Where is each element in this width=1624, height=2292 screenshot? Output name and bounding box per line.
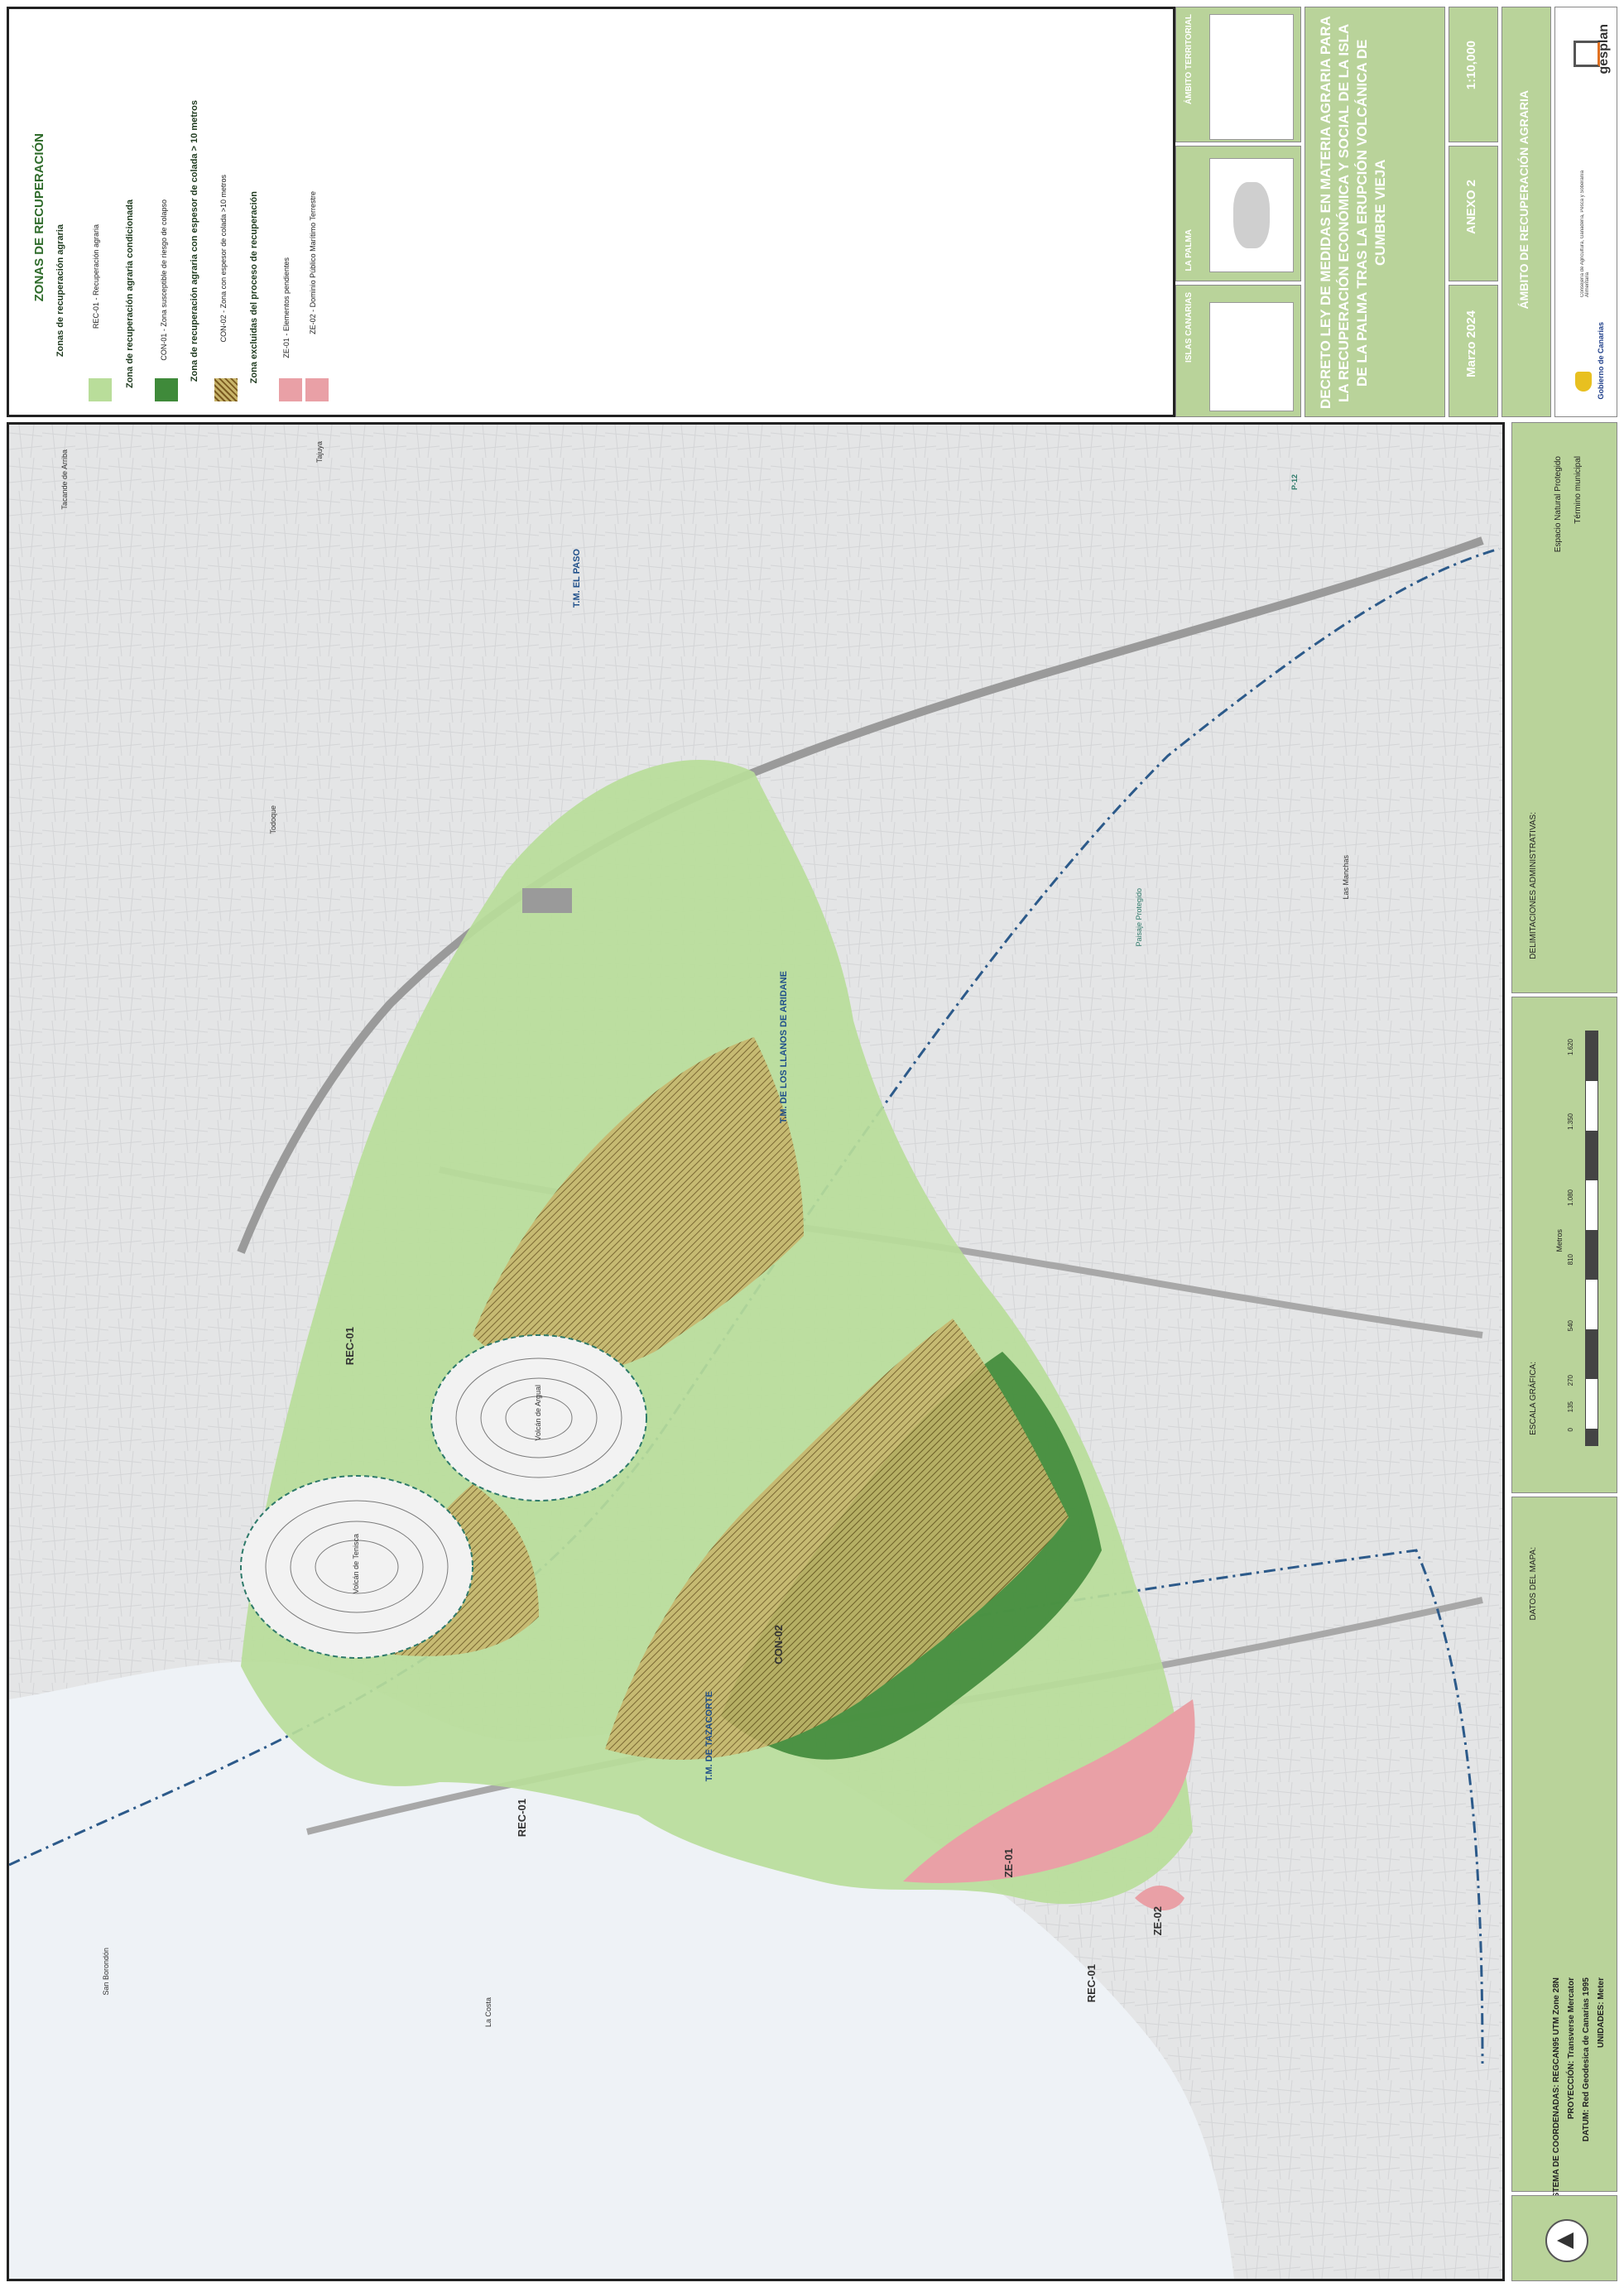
annex-label: ANEXO 2 [1464, 180, 1478, 234]
footer-escala-label: ESCALA GRÁFICA: [1529, 1362, 1538, 1435]
legend-group-1: Zonas de recuperación agraria [55, 224, 65, 358]
scale-tick-1: 135 [1567, 1401, 1574, 1413]
footer-datos: DATOS DEL MAPA: SISTEMA DE COORDENADAS: … [1511, 1497, 1617, 2206]
islas-canarias-label: ISLAS CANARIAS [1184, 292, 1194, 363]
decree-title-box: DECRETO LEY DE MEDIDAS EN MATERIA AGRARI… [1304, 7, 1445, 417]
map-label-tacande: Tacande de Arriba [60, 449, 69, 510]
swatch-rec01 [89, 378, 112, 401]
legend-item-con01: CON-01 - Zona susceptible de riesgo de c… [160, 199, 168, 361]
map-label-san-borondon: San Borondón [102, 1948, 110, 1996]
swatch-ze02 [305, 378, 329, 401]
scale-tick-4: 810 [1567, 1254, 1574, 1266]
la-palma-box: LA PALMA [1175, 146, 1301, 281]
north-arrow-icon [1545, 2219, 1588, 2262]
scale-tick-3: 540 [1567, 1320, 1574, 1332]
grey-block [522, 888, 572, 913]
legend-item-rec01: REC-01 - Recuperación agraria [92, 224, 100, 329]
date-label: Marzo 2024 [1464, 310, 1478, 377]
map-label-p12: P-12 [1290, 474, 1299, 491]
decree-title: DECRETO LEY DE MEDIDAS EN MATERIA AGRARI… [1318, 16, 1388, 410]
legend-group-3: Zona de recuperación agraria con espesor… [190, 100, 199, 382]
footer-proyeccion: PROYECCIÓN: Transverse Mercator [1567, 1977, 1576, 2120]
map-label-rec01-a: REC-01 [344, 1327, 356, 1366]
ambito-label: ÁMBITO TERRITORIAL [1184, 14, 1194, 105]
footer-enp: Espacio Natural Protegido [1554, 456, 1563, 553]
map-label-rec01-b: REC-01 [516, 1799, 528, 1838]
map-label-todoque: Todoque [269, 805, 277, 834]
brand-name: gesplan [1597, 24, 1611, 74]
subject-box: ÁMBITO DE RECUPERACIÓN AGRARIA [1501, 7, 1551, 417]
scale-box: 1:10,000 [1449, 7, 1498, 142]
swatch-con01 [155, 378, 178, 401]
ambito-map-icon [1209, 14, 1294, 140]
date-box: Marzo 2024 [1449, 285, 1498, 417]
legend-title: ZONAS DE RECUPERACIÓN [32, 133, 46, 302]
map-svg [9, 425, 1502, 2279]
dept-name: Consejería de Agricultura, Ganadería, Pe… [1580, 170, 1590, 297]
islas-canarias-box: ISLAS CANARIAS [1175, 285, 1301, 417]
map-label-las-manchas: Las Manchas [1342, 855, 1350, 900]
map-label-volcan-tenisca: Volcán de Tenisca [352, 1534, 360, 1594]
legend-item-ze01: ZE-01 - Elementos pendientes [282, 257, 291, 358]
footer-unidades: UNIDADES: Meter [1597, 1977, 1606, 2049]
ambito-box: ÁMBITO TERRITORIAL [1175, 7, 1301, 142]
scale-tick-0: 0 [1567, 1428, 1574, 1432]
la-palma-label: LA PALMA [1184, 229, 1194, 271]
footer-sistema: SISTEMA DE COORDENADAS: REGCAN95 UTM Zon… [1552, 1977, 1561, 2206]
map-label-tm-los-llanos: T.M. DE LOS LLANOS DE ARIDANE [779, 971, 789, 1124]
swatch-ze01 [279, 378, 302, 401]
gov-name: Gobierno de Canarias [1597, 322, 1605, 400]
map-label-paisaje: Paisaje Protegido [1135, 888, 1143, 947]
footer-datos-label: DATOS DEL MAPA: [1529, 1547, 1538, 1621]
footer-delimitaciones-label: DELIMITACIONES ADMINISTRATIVAS: [1529, 812, 1538, 959]
title-block: ISLAS CANARIAS LA PALMA ÁMBITO TERRITORI… [1175, 7, 1617, 417]
footer-datum: DATUM: Red Geodesica de Canarias 1995 [1582, 1977, 1591, 2142]
logos-box: Gobierno de Canarias Consejería de Agric… [1554, 7, 1617, 417]
north-arrow-box [1511, 2195, 1617, 2281]
scale-label: 1:10,000 [1464, 41, 1478, 90]
map-label-ze02: ZE-02 [1151, 1906, 1164, 1936]
footer-escala: ESCALA GRÁFICA: Metros 0 135 270 540 810… [1511, 997, 1617, 1493]
map-label-tajuya: Tajuya [315, 441, 324, 464]
scale-tick-6: 1.350 [1567, 1113, 1574, 1131]
map-label-tm-tazacorte: T.M. DE TAZACORTE [704, 1691, 714, 1782]
map-label-la-costa: La Costa [484, 1997, 492, 2028]
scale-tick-5: 1.080 [1567, 1189, 1574, 1207]
legend-item-ze02: ZE-02 - Dominio Público Marítimo Terrest… [309, 191, 317, 334]
map-canvas[interactable]: REC-01 REC-01 CON-02 ZE-01 ZE-02 REC-01 … [7, 422, 1505, 2281]
scale-bar [1585, 1031, 1598, 1446]
map-label-rec01-c: REC-01 [1085, 1964, 1098, 2003]
legend-group-4: Zona excluidas del proceso de recuperaci… [249, 191, 259, 384]
footer-termino: Término municipal [1574, 456, 1583, 524]
scale-tick-7: 1.620 [1567, 1039, 1574, 1056]
footer-scale-unit: Metros [1555, 1229, 1564, 1252]
gov-shield-icon [1575, 372, 1592, 392]
footer-strip: DELIMITACIONES ADMINISTRATIVAS: Espacio … [1511, 422, 1617, 2281]
legend-item-con02: CON-02 - Zona con espesor de colada >10 … [219, 175, 228, 343]
scale-tick-2: 270 [1567, 1375, 1574, 1386]
legend-group-2: Zona de recuperación agraria condicionad… [125, 199, 135, 389]
map-label-con02: CON-02 [772, 1625, 785, 1665]
subject-label: ÁMBITO DE RECUPERACIÓN AGRARIA [1517, 90, 1530, 310]
legend-panel: ZONAS DE RECUPERACIÓN Zonas de recuperac… [7, 7, 1175, 417]
swatch-con02 [214, 378, 238, 401]
map-label-volcan-argual: Volcán de Argual [534, 1385, 542, 1441]
annex-box: ANEXO 2 [1449, 146, 1498, 281]
la-palma-map-icon [1209, 158, 1294, 272]
map-label-tm-el-paso: T.M. EL PASO [572, 549, 582, 608]
canarias-map-icon [1209, 302, 1294, 411]
map-label-ze01: ZE-01 [1002, 1848, 1015, 1878]
footer-delimitaciones: DELIMITACIONES ADMINISTRATIVAS: Espacio … [1511, 422, 1617, 993]
